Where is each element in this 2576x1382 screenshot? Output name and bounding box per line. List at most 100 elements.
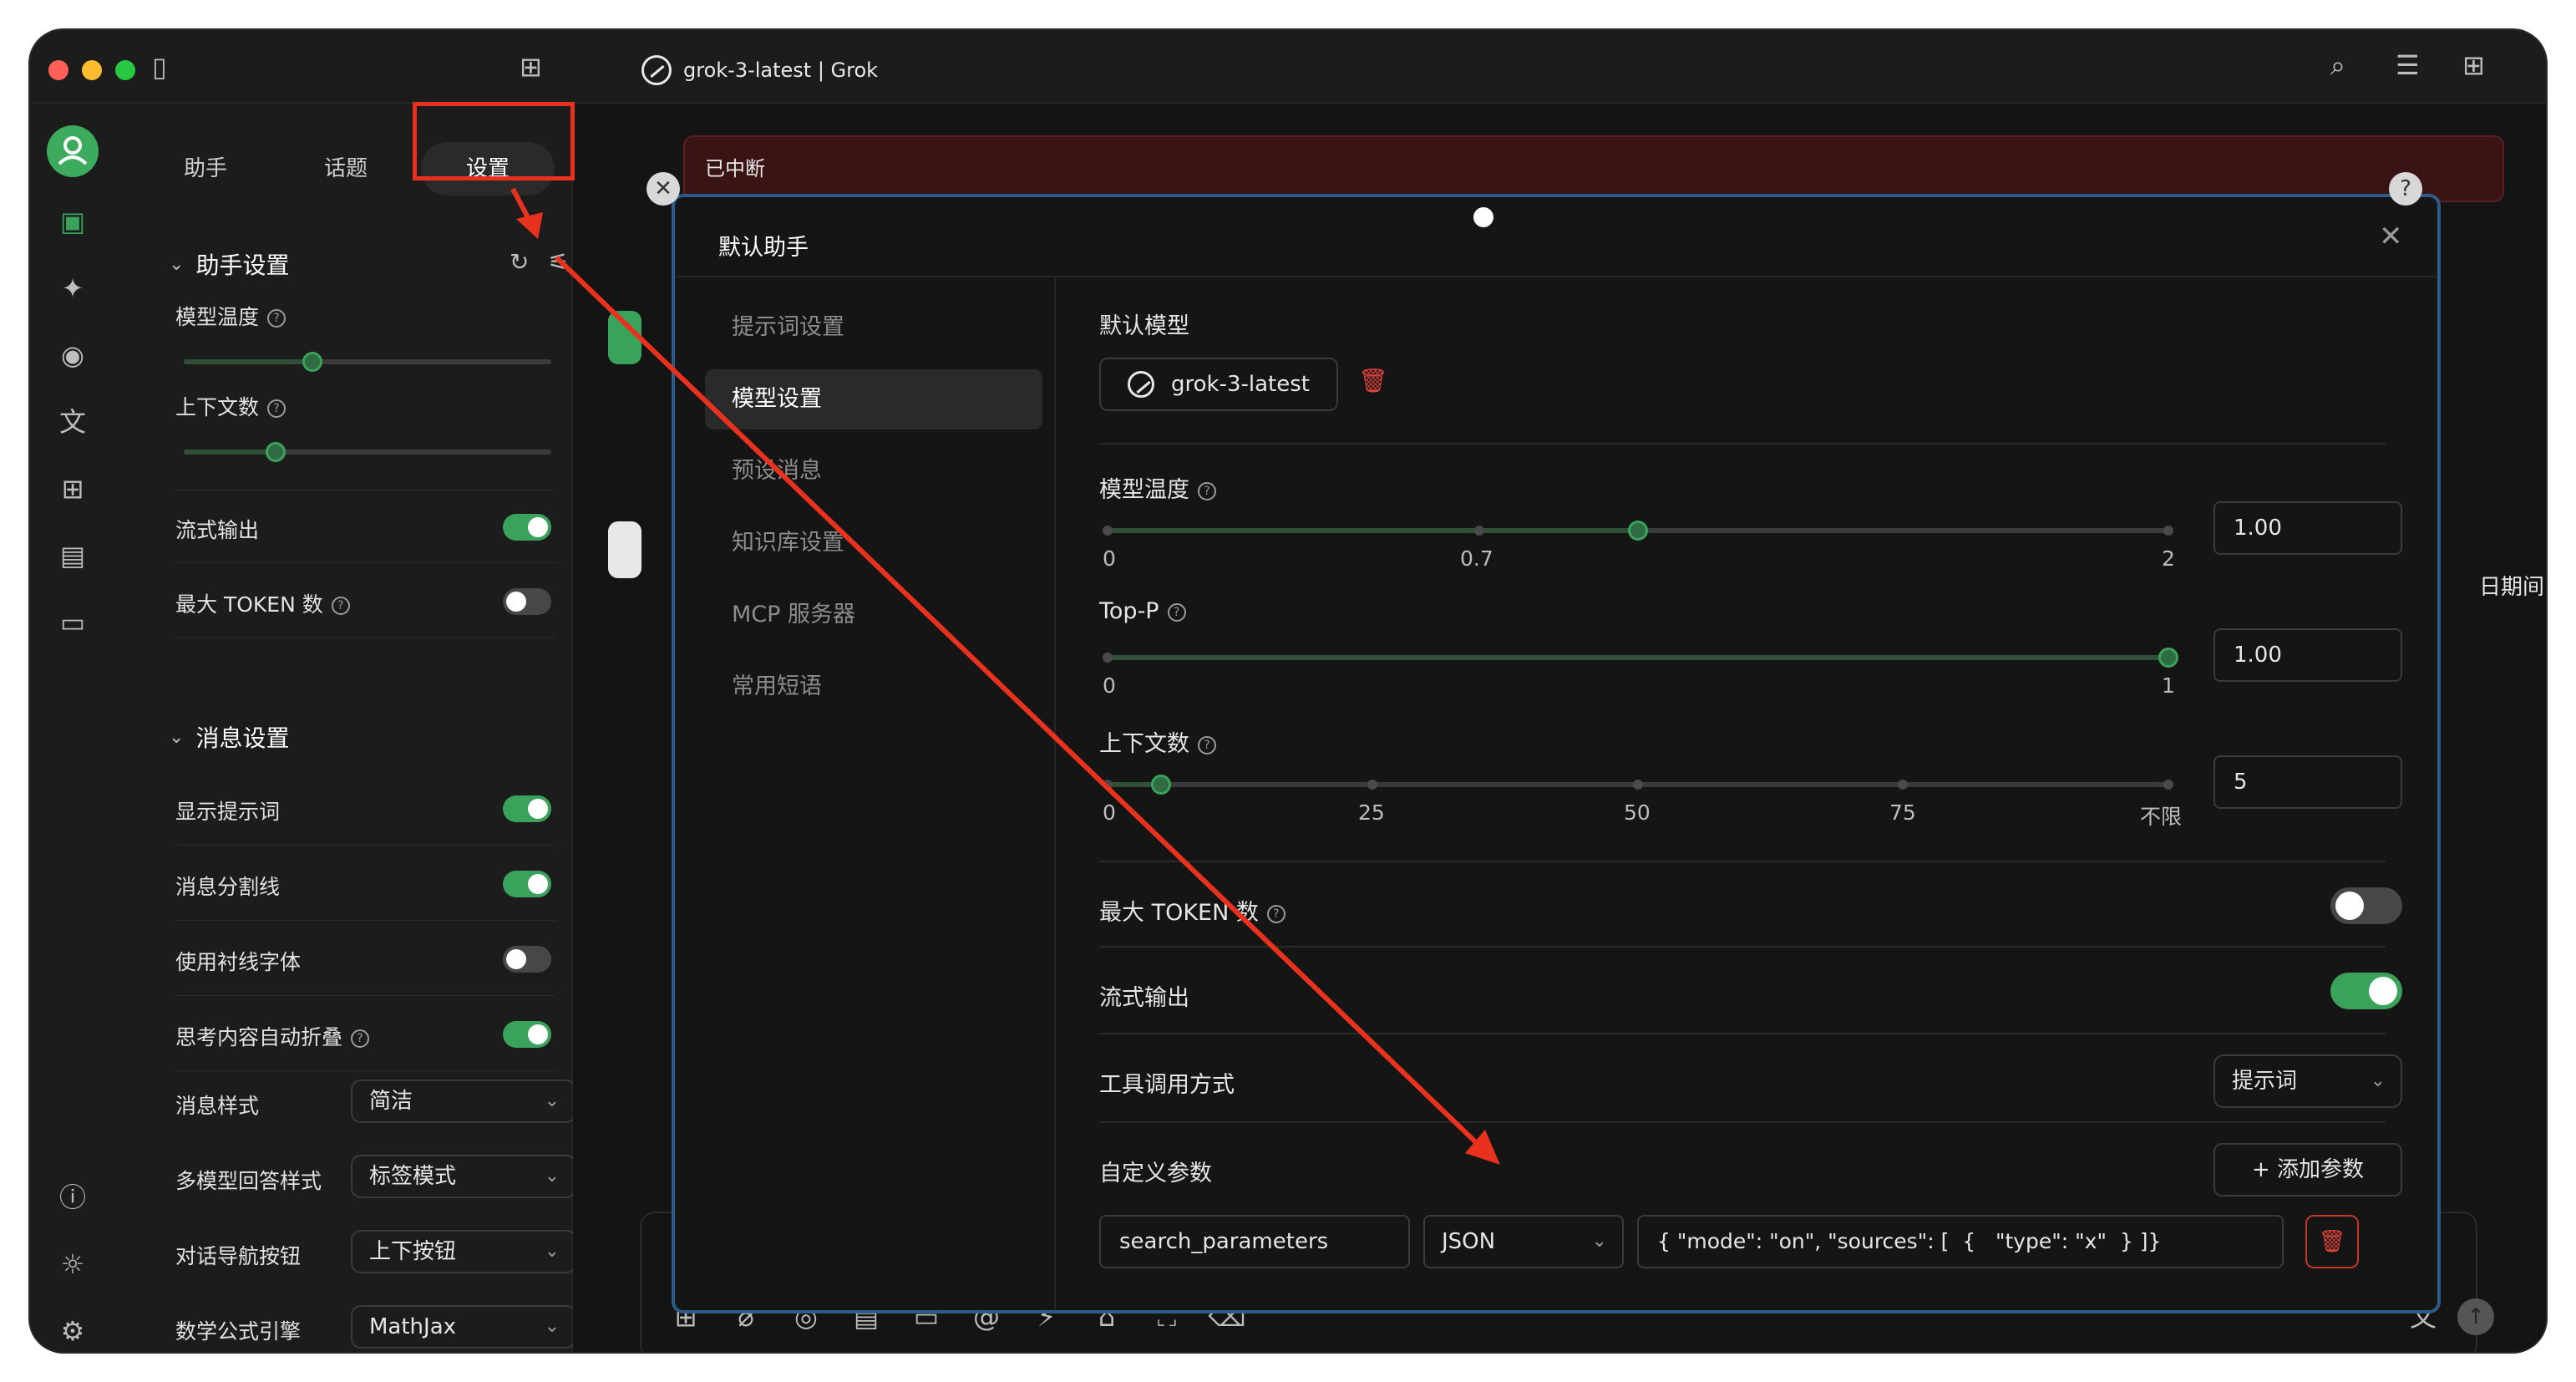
max-token-toggle[interactable] (503, 588, 551, 615)
sidebar-toggle-icon[interactable]: ▯ (152, 53, 167, 80)
auto-collapse-toggle[interactable] (503, 1021, 551, 1048)
help-icon: ? (1198, 481, 1216, 500)
palette-icon[interactable]: ◉ (47, 334, 99, 376)
toggle-row: 消息分割线 (175, 847, 556, 921)
stream-row: 流式输出 (175, 490, 556, 563)
theme-icon[interactable]: ☼ (47, 1243, 99, 1285)
help-icon: ? (267, 399, 287, 418)
slider-thumb[interactable] (1628, 521, 1648, 541)
close-icon[interactable]: ✕ (2379, 222, 2403, 251)
show-prompt-toggle[interactable] (503, 795, 551, 822)
close-window-button[interactable] (48, 60, 68, 80)
model-temp-slider[interactable] (184, 352, 551, 372)
tick-label: 0 (1103, 546, 1116, 571)
chevron-down-icon: ⌄ (169, 253, 185, 275)
help-icon: ? (331, 597, 350, 615)
max-token-toggle[interactable] (2330, 887, 2402, 924)
message-section-header[interactable]: ⌄ 消息设置 (169, 720, 289, 754)
search-icon[interactable]: ⌕ (2330, 52, 2345, 79)
tab-topics[interactable]: 话题 (279, 142, 413, 196)
help-icon[interactable]: ? (2389, 172, 2422, 206)
param-value-input[interactable]: { "mode": "on", "sources": [ { "type": "… (1637, 1215, 2284, 1268)
apps-icon[interactable]: ⊞ (47, 468, 99, 510)
default-model-button[interactable]: grok-3-latest (1099, 358, 1338, 411)
context-label: 上下文数? (1099, 725, 1216, 758)
nav-mcp-servers[interactable]: MCP 服务器 (705, 585, 1042, 645)
show-prompt-label: 显示提示词 (175, 800, 281, 824)
math-engine-select[interactable]: MathJax ⌄ (351, 1305, 576, 1349)
grok-logo-icon (1128, 371, 1154, 398)
files-icon[interactable]: ▤ (47, 535, 99, 577)
help-icon: ? (1167, 602, 1186, 622)
divider (1099, 861, 2386, 862)
drag-handle[interactable] (1473, 207, 1493, 227)
serif-font-label: 使用衬线字体 (175, 950, 302, 974)
new-window-icon[interactable]: ⊞ (520, 53, 542, 80)
add-param-button[interactable]: + 添加参数 (2213, 1143, 2402, 1197)
param-type-select[interactable]: JSON ⌄ (1423, 1215, 1624, 1268)
assistant-section-header[interactable]: ⌄ 助手设置 (169, 247, 289, 281)
divider (1099, 1121, 2386, 1123)
chevron-down-icon: ⌄ (544, 1166, 560, 1186)
nav-common-phrases[interactable]: 常用短语 (705, 657, 1042, 717)
grid-icon[interactable]: ⊞ (2462, 52, 2485, 79)
param-name-input[interactable]: search_parameters (1099, 1215, 1410, 1268)
grok-logo-icon (608, 521, 641, 578)
maximize-window-button[interactable] (115, 60, 135, 80)
settings-icon[interactable]: ⚙ (47, 1310, 99, 1352)
tick-label: 2 (2162, 546, 2175, 571)
chat-icon[interactable]: ▣ (47, 201, 99, 242)
slider-thumb[interactable] (302, 352, 322, 372)
divider (1099, 946, 2386, 948)
toggle-row: 思考内容自动折叠? (175, 998, 556, 1071)
temp-slider[interactable] (1103, 521, 2173, 541)
context-slider[interactable] (1103, 775, 2173, 795)
slider-thumb[interactable] (1151, 775, 1171, 795)
sliders-icon[interactable]: ⚟ (548, 251, 569, 274)
serif-font-toggle[interactable] (503, 946, 551, 973)
nav-button-select[interactable]: 上下按钮 ⌄ (351, 1230, 576, 1273)
context-slider[interactable] (184, 442, 551, 462)
folder-icon[interactable]: ▭ (47, 602, 99, 643)
message-style-select[interactable]: 简洁 ⌄ (351, 1080, 576, 1123)
nav-model-settings[interactable]: 模型设置 (705, 369, 1042, 429)
divider-toggle[interactable] (503, 871, 551, 897)
help-icon[interactable]: ⓘ (47, 1176, 99, 1218)
stream-toggle[interactable] (2330, 973, 2402, 1009)
tab-assistant[interactable]: 助手 (139, 142, 272, 196)
tick-label: 0.7 (1460, 546, 1493, 571)
top-p-input[interactable]: 1.00 (2213, 628, 2402, 682)
max-token-label: 最大 TOKEN 数? (1099, 894, 1285, 927)
reset-icon[interactable]: ↻ (510, 251, 529, 274)
stream-label: 流式输出 (1099, 985, 1189, 1011)
minimize-window-button[interactable] (82, 60, 102, 80)
layout-icon[interactable]: ☰ (2396, 52, 2420, 79)
tick-label: 1 (2162, 673, 2175, 698)
top-p-slider[interactable] (1103, 648, 2178, 668)
sparkle-icon[interactable]: ✦ (47, 267, 99, 309)
context-input[interactable]: 5 (2213, 755, 2402, 809)
translate-icon[interactable]: 文 (47, 401, 99, 443)
trash-icon[interactable]: 🗑 (1358, 369, 1388, 393)
max-token-label: 最大 TOKEN 数? (175, 588, 350, 618)
context-label: 上下文数? (175, 391, 287, 421)
auto-collapse-label: 思考内容自动折叠? (175, 1021, 370, 1051)
delete-param-button[interactable]: 🗑 (2305, 1215, 2359, 1268)
annotation-highlight-box (413, 102, 575, 180)
math-engine-label: 数学公式引擎 (175, 1319, 302, 1344)
slider-thumb[interactable] (266, 442, 286, 462)
close-icon[interactable]: ✕ (647, 172, 680, 206)
temp-input[interactable]: 1.00 (2213, 501, 2402, 555)
help-icon: ? (351, 1029, 370, 1048)
slider-thumb[interactable] (2158, 648, 2178, 668)
nav-prompt-settings[interactable]: 提示词设置 (705, 297, 1042, 358)
divider-label: 消息分割线 (175, 875, 281, 899)
stream-toggle[interactable] (503, 514, 551, 541)
tool-call-select[interactable]: 提示词 ⌄ (2213, 1054, 2402, 1108)
send-icon[interactable]: ↑ (2457, 1298, 2494, 1335)
nav-knowledge-settings[interactable]: 知识库设置 (705, 513, 1042, 573)
nav-preset-messages[interactable]: 预设消息 (705, 441, 1042, 501)
multi-model-style-select[interactable]: 标签模式 ⌄ (351, 1155, 576, 1198)
settings-panel: 助手 话题 设置 ⌄ 助手设置 ↻ ⚟ 模型温度? 上下文数? 流式输出 最大 … (122, 104, 576, 1352)
avatar[interactable] (47, 125, 99, 177)
